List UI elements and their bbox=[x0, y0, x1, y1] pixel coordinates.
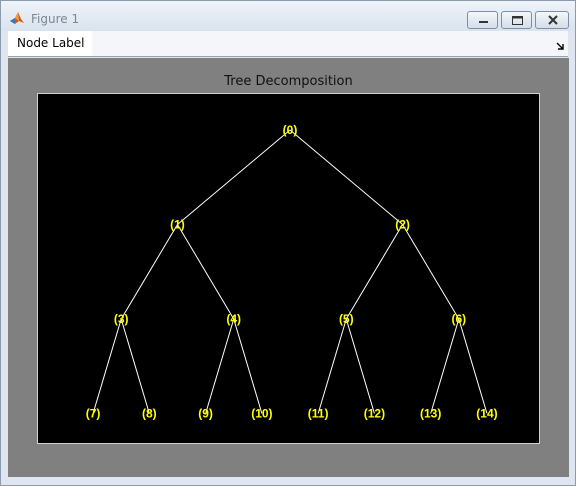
maximize-button[interactable] bbox=[501, 11, 532, 29]
tree-node-2[interactable]: (2) bbox=[395, 218, 410, 232]
tree-edge-3-8 bbox=[120, 318, 150, 414]
figure-canvas: Tree Decomposition (0) (1) (2) (3) (4) (5) (6)… bbox=[8, 58, 569, 477]
axes-title: Tree Decomposition bbox=[224, 74, 353, 89]
menu-bar-filler bbox=[92, 31, 568, 56]
menu-node-label[interactable]: Node Label bbox=[10, 34, 92, 53]
tree-edge-2-6 bbox=[402, 224, 460, 320]
tree-node-1[interactable]: (1) bbox=[170, 218, 185, 232]
tree-node-12[interactable]: (12) bbox=[364, 407, 385, 421]
tree-node-5[interactable]: (5) bbox=[339, 312, 354, 326]
tree-node-14[interactable]: (14) bbox=[476, 407, 497, 421]
maximize-icon bbox=[512, 16, 523, 25]
tree-node-11[interactable]: (11) bbox=[308, 407, 329, 421]
tree-node-8[interactable]: (8) bbox=[142, 407, 157, 421]
window-title: Figure 1 bbox=[31, 12, 80, 26]
matlab-icon[interactable] bbox=[9, 10, 25, 26]
tree-edge-4-10 bbox=[233, 318, 263, 414]
tree-edge-1-4 bbox=[177, 224, 235, 320]
tree-node-9[interactable]: (9) bbox=[198, 407, 213, 421]
tree-node-4[interactable]: (4) bbox=[226, 312, 241, 326]
tree-edge-4-9 bbox=[205, 318, 235, 414]
tree-node-0[interactable]: (0) bbox=[283, 123, 298, 137]
tree-axes[interactable]: (0) (1) (2) (3) (4) (5) (6) (7) (8) (9) (10) (11) (1… bbox=[37, 93, 540, 444]
figure-window: Figure 1 Node Label Tree Decomposition (… bbox=[0, 0, 576, 486]
tree-edge-2-5 bbox=[345, 224, 403, 320]
tree-plot: (0) (1) (2) (3) (4) (5) (6) (7) (8) (9) (10) (11) (1… bbox=[86, 123, 498, 421]
tree-node-6[interactable]: (6) bbox=[451, 312, 466, 326]
close-button[interactable] bbox=[535, 11, 569, 29]
menu-bar: Node Label bbox=[8, 31, 568, 57]
tree-edge-0-1 bbox=[177, 129, 291, 225]
tree-node-13[interactable]: (13) bbox=[420, 407, 441, 421]
tree-edge-0-2 bbox=[289, 129, 403, 225]
tree-edge-5-12 bbox=[345, 318, 375, 414]
tree-edge-6-13 bbox=[430, 318, 460, 414]
title-bar[interactable]: Figure 1 bbox=[1, 1, 575, 31]
tree-node-10[interactable]: (10) bbox=[251, 407, 272, 421]
close-icon bbox=[548, 15, 558, 25]
minimize-icon bbox=[479, 21, 488, 23]
tree-edge-6-14 bbox=[458, 318, 488, 414]
tree-node-3[interactable]: (3) bbox=[114, 312, 129, 326]
tree-edge-1-3 bbox=[120, 224, 178, 320]
tree-edge-5-11 bbox=[317, 318, 347, 414]
dock-arrow-icon[interactable] bbox=[556, 38, 566, 50]
tree-edge-3-7 bbox=[92, 318, 122, 414]
minimize-button[interactable] bbox=[467, 11, 498, 29]
tree-node-7[interactable]: (7) bbox=[86, 407, 101, 421]
